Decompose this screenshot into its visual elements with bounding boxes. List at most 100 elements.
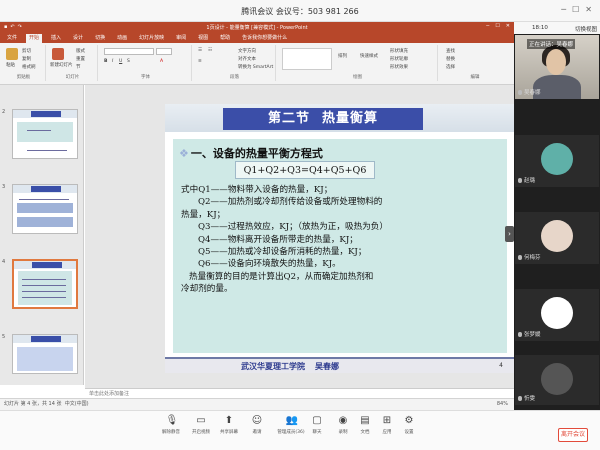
participant-tile[interactable]: 忻雯 <box>515 355 599 405</box>
underline-button[interactable]: U <box>119 59 122 64</box>
slide-thumbnail-3[interactable] <box>12 184 78 234</box>
slide-content-box[interactable]: ❖ 一、设备的热量平衡方程式 Q1+Q2+Q3=Q4+Q5+Q6 式中Q1——物料… <box>173 139 507 353</box>
participant-tile[interactable]: 赵璐 <box>515 135 599 187</box>
tab-file[interactable]: 文件 <box>4 34 20 43</box>
font-size-select[interactable] <box>156 48 172 55</box>
slide-thumbnail-2[interactable] <box>12 109 78 159</box>
slide-thumbnail-pane[interactable]: 2 3 4 5 <box>0 85 84 385</box>
text-line: Q4——物料离开设备所带走的热量，KJ； <box>198 234 358 245</box>
format-painter-button[interactable]: 格式刷 <box>22 64 36 70</box>
smartart-button[interactable]: 转换为 SmartArt <box>238 64 273 70</box>
font-color-button[interactable]: A <box>160 59 163 64</box>
tab-insert[interactable]: 插入 <box>48 34 64 43</box>
paragraph-group: ☰ ☷ 文字方向 对齐文本 转换为 SmartArt ≡ 段落 <box>194 45 276 81</box>
tab-view[interactable]: 视图 <box>195 34 211 43</box>
switch-view-button[interactable]: 切换视图 <box>575 25 597 33</box>
shapes-gallery[interactable] <box>282 48 332 70</box>
numbering-icon[interactable]: ☷ <box>208 48 212 53</box>
notes-pane[interactable]: 单击此处添加备注 <box>85 388 514 398</box>
manage-members-button[interactable]: 👥 管理成员(36) <box>276 415 306 435</box>
reset-button[interactable]: 重置 <box>76 56 85 62</box>
slide-editor[interactable]: 第二节 热量衡算 ❖ 一、设备的热量平衡方程式 Q1+Q2+Q3=Q4+Q5+Q6 … <box>85 85 515 388</box>
heat-balance-formula: Q1+Q2+Q3=Q4+Q5+Q6 <box>235 161 375 179</box>
footer-text: 武汉华夏理工学院 吴春娜 <box>241 361 339 372</box>
slide-thumbnail-4-selected[interactable] <box>12 259 78 309</box>
record-button[interactable]: ◉ 录制 <box>332 415 354 435</box>
maximize-icon[interactable]: ☐ <box>572 5 579 14</box>
section-button[interactable]: 节 <box>76 64 81 70</box>
slide-thumbnail-5[interactable] <box>12 334 78 374</box>
leave-meeting-button[interactable]: 离开会议 <box>558 428 588 442</box>
select-button[interactable]: 选择 <box>446 64 455 70</box>
slide-title[interactable]: 第二节 热量衡算 <box>223 108 423 130</box>
mic-off-icon <box>518 332 522 337</box>
new-slide-icon[interactable] <box>52 48 64 60</box>
chat-button[interactable]: ▢ 聊天 <box>306 415 328 435</box>
status-bar: 幻灯片 第 4 张，共 14 张 中文(中国) 84% <box>0 398 514 410</box>
slides-label: 幻灯片 <box>65 75 80 80</box>
unmute-button[interactable]: 🎙 解除静音 <box>160 415 182 435</box>
slide[interactable]: 第二节 热量衡算 ❖ 一、设备的热量平衡方程式 Q1+Q2+Q3=Q4+Q5+Q6 … <box>165 104 515 373</box>
collapse-panel-icon[interactable]: › <box>505 226 514 242</box>
replace-button[interactable]: 替换 <box>446 56 455 62</box>
paste-icon[interactable] <box>6 48 18 60</box>
clipboard-group: 粘贴 剪切 复制 格式刷 剪贴板 <box>2 45 46 81</box>
apps-button[interactable]: ⊞ 应用 <box>376 415 398 435</box>
minimize-icon[interactable]: ─ <box>561 5 566 14</box>
tab-review[interactable]: 审阅 <box>173 34 189 43</box>
settings-button[interactable]: ⚙ 设置 <box>398 415 420 435</box>
tab-help[interactable]: 帮助 <box>217 34 233 43</box>
thumb-number: 4 <box>2 259 6 265</box>
tell-me-box[interactable]: 告诉我你想要做什么 <box>239 34 290 43</box>
find-button[interactable]: 查找 <box>446 48 455 54</box>
layout-button[interactable]: 版式 <box>76 48 85 54</box>
slide-heading-text: 一、设备的热量平衡方程式 <box>190 147 323 160</box>
share-screen-button[interactable]: ⬆ 共享屏幕 <box>218 415 240 435</box>
quick-styles-button[interactable]: 快速样式 <box>360 53 378 59</box>
shadow-button[interactable]: S <box>127 59 130 64</box>
cut-button[interactable]: 剪切 <box>22 48 31 54</box>
slide-text-lines: 式中Q1——物料带入设备的热量，KJ； Q2——加热剂或冷却剂传给设备或所处理物… <box>181 184 501 296</box>
speaking-label: 正在讲话：吴春娜 <box>527 39 576 49</box>
font-name-select[interactable] <box>104 48 154 55</box>
participant-tile[interactable]: 张梦媛 <box>515 289 599 341</box>
tab-animations[interactable]: 动画 <box>114 34 130 43</box>
members-icon: 👥 <box>285 415 298 426</box>
text-direction-button[interactable]: 文字方向 <box>238 48 256 54</box>
shape-effects-button[interactable]: 形状效果 <box>390 64 408 70</box>
tab-transitions[interactable]: 切换 <box>92 34 108 43</box>
tab-home[interactable]: 开始 <box>26 33 43 43</box>
paste-button[interactable]: 粘贴 <box>6 62 15 68</box>
invite-button[interactable]: ☺ 邀请 <box>246 415 268 435</box>
shape-outline-button[interactable]: 形状轮廓 <box>390 56 408 62</box>
ppt-close-icon[interactable]: ✕ <box>506 23 510 29</box>
align-text-button[interactable]: 对齐文本 <box>238 56 256 62</box>
close-icon[interactable]: ✕ <box>585 5 592 14</box>
shape-fill-button[interactable]: 形状填充 <box>390 48 408 54</box>
participant-tile-self[interactable]: 正在讲话：吴春娜 吴春娜 <box>515 35 599 99</box>
gear-icon: ⚙ <box>404 415 414 426</box>
bullets-icon[interactable]: ☰ <box>198 48 202 53</box>
tab-design[interactable]: 设计 <box>70 34 86 43</box>
italic-button[interactable]: I <box>112 59 113 64</box>
copy-button[interactable]: 复制 <box>22 56 31 62</box>
tab-slideshow[interactable]: 幻灯片放映 <box>136 34 167 43</box>
bold-button[interactable]: B <box>104 59 107 64</box>
slide-heading: ❖ 一、设备的热量平衡方程式 <box>179 145 323 161</box>
editing-label: 编辑 <box>470 75 480 80</box>
avatar <box>541 297 573 329</box>
ribbon-tabs: 文件 开始 插入 设计 切换 动画 幻灯片放映 审阅 视图 帮助 告诉我你想要做… <box>0 33 514 43</box>
mic-off-icon <box>518 178 522 183</box>
zoom-level[interactable]: 84% <box>497 399 508 409</box>
ppt-minimize-icon[interactable]: ─ <box>486 23 489 29</box>
documents-button[interactable]: ▤ 文档 <box>354 415 376 435</box>
invite-icon: ☺ <box>251 415 263 426</box>
start-video-button[interactable]: ▭ 开启视频 <box>190 415 212 435</box>
drawing-label: 绘图 <box>353 75 362 80</box>
arrange-button[interactable]: 排列 <box>338 53 347 59</box>
align-left-icon[interactable]: ≡ <box>198 59 202 64</box>
ppt-maximize-icon[interactable]: ☐ <box>495 23 499 29</box>
new-slide-button[interactable]: 新建幻灯片 <box>50 62 73 68</box>
participant-tile[interactable]: 何梅芬 <box>515 212 599 264</box>
ribbon: 粘贴 剪切 复制 格式刷 剪贴板 新建幻灯片 版式 重置 节 幻灯片 B I U <box>0 43 514 85</box>
